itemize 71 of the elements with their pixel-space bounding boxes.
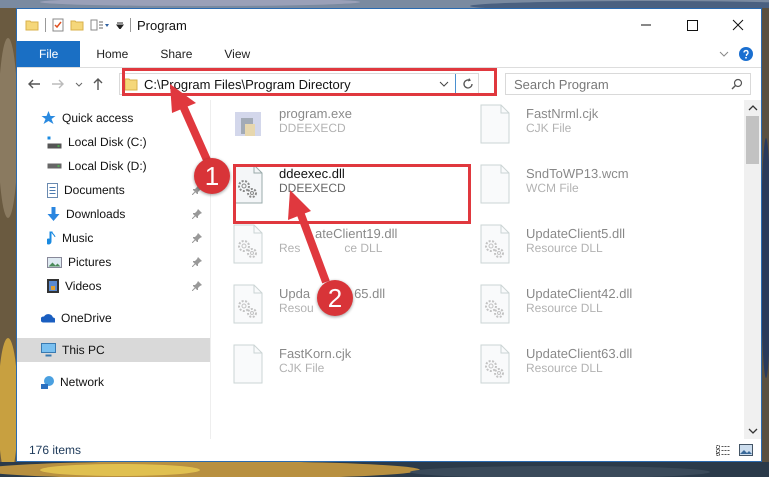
file-type: Resou [279, 301, 314, 315]
scroll-thumb[interactable] [746, 116, 759, 164]
details-view-icon[interactable] [716, 444, 731, 456]
properties-icon[interactable] [90, 19, 110, 31]
file-type: Resource DLL [526, 241, 603, 255]
file-type: CJK File [526, 121, 572, 135]
file-name: ddeexec.dll [279, 166, 345, 181]
ribbon-tab[interactable]: Share [144, 41, 208, 67]
file-name: ateClient19.dll [315, 226, 398, 241]
sidebar-item[interactable]: Local Disk (C:) [68, 135, 147, 149]
monitor-icon [41, 343, 56, 357]
sidebar-item[interactable]: Documents [64, 183, 125, 197]
folder-icon[interactable] [25, 19, 39, 31]
sidebar-item[interactable]: This PC [62, 343, 105, 357]
pictures-icon [47, 256, 62, 268]
file-name: Upda [279, 286, 310, 301]
address-path: C:\Program Files\Program Directory [144, 76, 352, 92]
file-name: UpdateClient5.dll [526, 226, 626, 241]
sidebar-item[interactable]: Pictures [68, 255, 112, 269]
file-type: DDEEXECD [279, 181, 346, 195]
sidebar-item[interactable]: Network [60, 375, 104, 389]
sidebar-item[interactable]: Videos [65, 279, 102, 293]
folder-icon[interactable] [70, 19, 84, 31]
ribbon-tab[interactable]: Home [80, 41, 144, 67]
film-icon [47, 279, 59, 293]
help-icon[interactable] [739, 47, 753, 61]
checklist-icon[interactable] [52, 18, 64, 32]
document-icon [47, 182, 58, 198]
file-type: Res [279, 241, 300, 255]
sidebar-item[interactable]: Music [62, 231, 94, 245]
file-type: WCM File [526, 181, 579, 195]
ribbon-tab[interactable]: File [17, 41, 80, 67]
sidebar-item[interactable]: OneDrive [61, 311, 112, 325]
file-name: UpdateClient42.dll [526, 286, 632, 301]
music-icon [47, 230, 56, 246]
scroll-up-icon[interactable] [748, 105, 758, 111]
download-icon [47, 207, 60, 221]
ribbon-tab[interactable]: View [208, 41, 266, 67]
chevron-icon[interactable] [439, 81, 449, 87]
sidebar-item[interactable]: Quick access [62, 111, 134, 125]
sidebar-item[interactable]: Local Disk (D:) [68, 159, 147, 173]
drive-icon [47, 136, 62, 148]
file-name: 65.dll [354, 286, 386, 301]
chevron-icon[interactable] [75, 82, 83, 86]
cloud-icon [41, 314, 55, 322]
folder-icon [124, 78, 138, 90]
up-arrow-icon[interactable] [93, 78, 103, 90]
file-type: ce DLL [344, 241, 382, 255]
file-name: FastNrml.cjk [526, 106, 598, 121]
file-name: UpdateClient63.dll [526, 346, 632, 361]
network-icon [41, 376, 54, 388]
search-icon [731, 78, 743, 90]
file-name: program.exe [279, 106, 352, 121]
file-type: DDEEXECD [279, 121, 346, 135]
file-type: CJK File [279, 361, 324, 375]
star-icon [41, 111, 56, 125]
search-field[interactable]: Search Program [505, 73, 751, 95]
item-count: 176 items [29, 443, 82, 457]
large-icons-view-icon[interactable] [739, 444, 753, 456]
file-type: Resource DLL [526, 361, 603, 375]
file-name: SndToWP13.wcm [526, 166, 629, 181]
scroll-down-icon[interactable] [748, 428, 758, 434]
back-arrow-icon[interactable] [27, 79, 41, 89]
scrollbar[interactable] [744, 100, 761, 439]
file-type: Resource DLL [526, 301, 603, 315]
window-title: Program [137, 18, 187, 32]
sidebar-item[interactable]: Downloads [66, 207, 126, 221]
file-name: FastKorn.cjk [279, 346, 352, 361]
refresh-icon[interactable] [462, 78, 474, 90]
dropdown-icon[interactable] [116, 21, 124, 29]
drive-icon [47, 163, 62, 169]
